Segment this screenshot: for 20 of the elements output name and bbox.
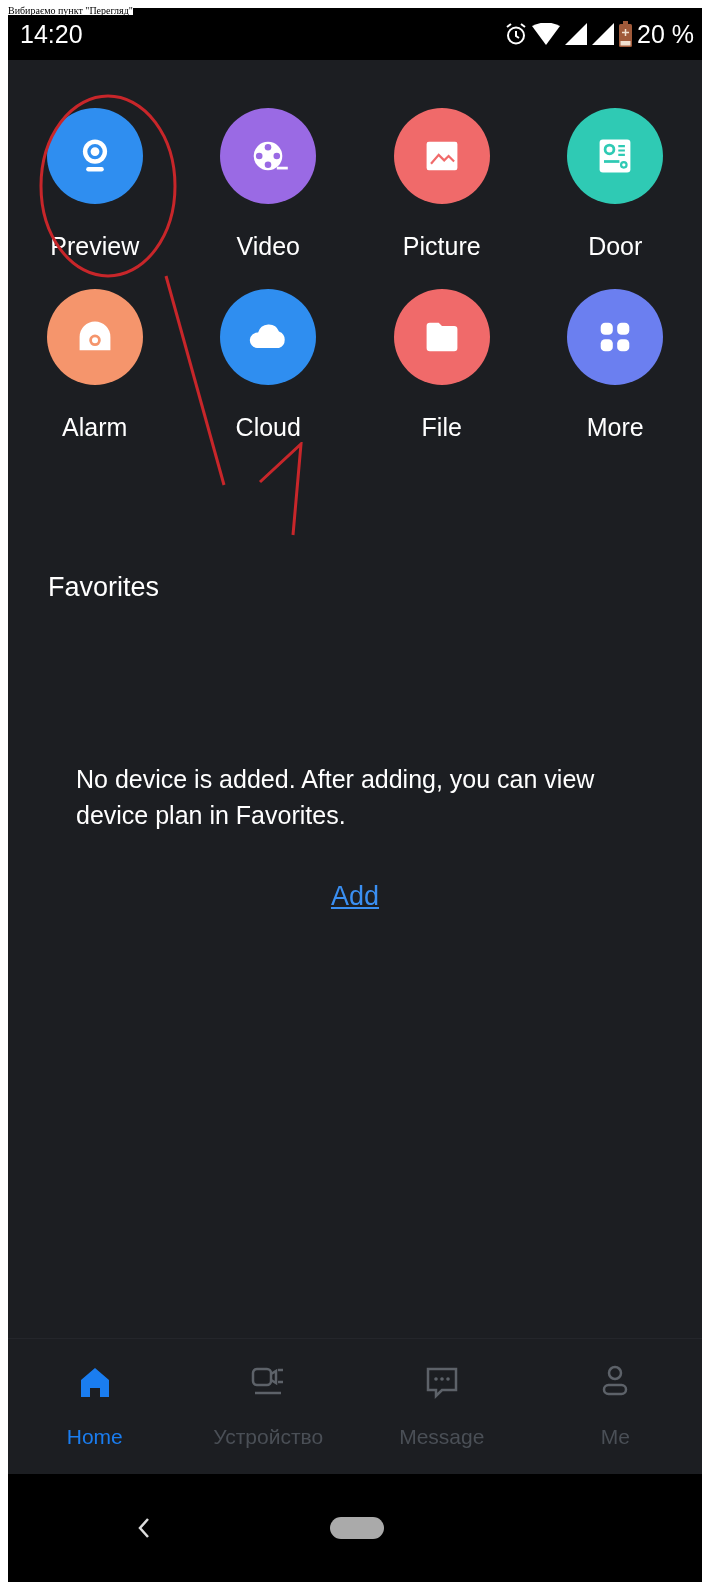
shortcut-button[interactable]: Cloud <box>181 289 355 442</box>
signal-icon <box>565 23 587 45</box>
add-link[interactable]: Add <box>330 881 379 912</box>
battery-percent: 20 % <box>637 19 694 49</box>
shortcut-button[interactable]: Picture <box>355 108 529 261</box>
status-time: 14:20 <box>20 19 83 49</box>
empty-message: No device is added. After adding, you can view device plan in Favorites. <box>76 764 596 831</box>
battery-icon <box>619 21 632 47</box>
signal-icon <box>592 23 614 45</box>
back-icon[interactable] <box>138 1517 150 1539</box>
section-title: Favorites <box>48 572 160 603</box>
tab-button[interactable]: Home <box>8 1364 182 1449</box>
wifi-icon <box>532 23 560 45</box>
alarm-clock-icon <box>505 22 527 46</box>
shortcut-button[interactable]: More <box>528 289 702 442</box>
shortcut-button[interactable]: Video <box>181 108 355 261</box>
shortcut-button[interactable]: File <box>355 289 529 442</box>
shortcut-button[interactable]: Door <box>528 108 702 261</box>
home-pill[interactable] <box>330 1517 384 1539</box>
shortcut-button[interactable]: Alarm <box>8 289 182 442</box>
